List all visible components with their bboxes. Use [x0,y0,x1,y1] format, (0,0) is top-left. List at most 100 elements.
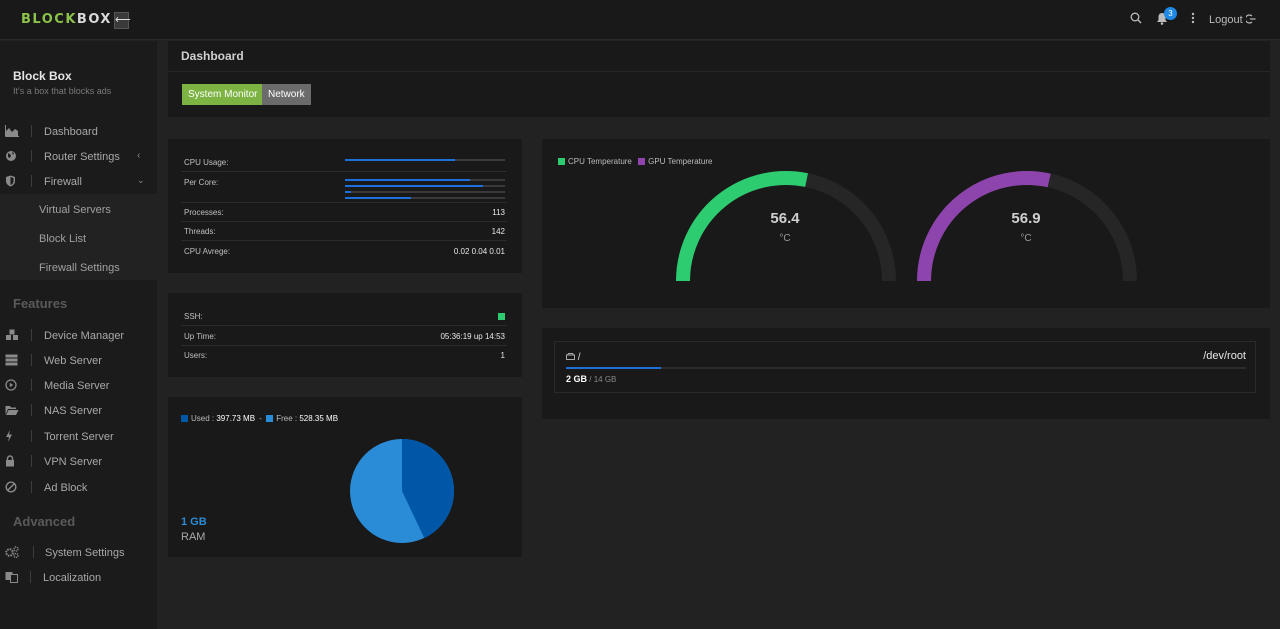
gauge-track [676,171,896,282]
divider [31,354,32,366]
users-label: Users: [184,351,208,360]
gpu-temp-unit: °C [1020,233,1032,244]
sidebar-item-label: NAS Server [44,405,103,417]
used-value: 397.73 MB [216,414,256,423]
sidebar-item-label: Web Server [44,355,102,367]
ssh-status-indicator [498,313,505,320]
ram-label: RAM [181,531,206,543]
dashboard-header-panel [168,41,1270,117]
free-swatch [266,415,274,422]
sidebar-item-localization[interactable]: Localization [0,565,157,590]
divider [30,571,31,583]
ram-pie-chart [350,439,455,543]
divider [31,379,32,391]
disk-path: / [577,352,581,363]
app-logo[interactable]: BLOCKBOX [21,12,112,27]
area-chart-icon [5,125,19,137]
sidebar-item-torrent-server[interactable]: Torrent Server [0,424,157,449]
sidebar-item-ad-block[interactable]: Ad Block [0,475,157,500]
ram-total: 1 GB [181,516,207,528]
cpu-temp-swatch [558,158,565,165]
divider [31,125,32,137]
language-icon [5,571,19,583]
processes-value: 113 [492,208,505,217]
search-icon[interactable] [1130,12,1142,27]
free-value: 528.35 MB [299,414,339,423]
sidebar-item-device-manager[interactable]: Device Manager [0,323,157,348]
sidebar-item-firewall[interactable]: Firewall ⌄ [0,169,157,194]
sidebar-item-media-server[interactable]: Media Server [0,373,157,398]
cpu-average-value: 0.02 0.04 0.01 [453,247,505,256]
firewall-submenu: Virtual Servers Block List Firewall Sett… [0,194,157,280]
gauge-track [917,171,1137,282]
cpu-usage-bar [345,159,505,161]
sidebar-subitem-block-list[interactable]: Block List [39,233,86,245]
sidebar-item-label: Firewall [44,176,82,188]
cubes-icon [5,329,19,341]
folder-open-icon [5,404,19,416]
cpu-usage-fill [345,159,456,161]
sidebar-item-vpn-server[interactable]: VPN Server [0,449,157,474]
lock-icon [5,455,19,467]
divider [31,329,32,341]
brand-title: Block Box [13,69,72,83]
disk-used: 2 GB [566,374,588,384]
ram-legend: Used : 397.73 MB - Free : 528.35 MB [181,414,338,423]
sidebar: Block Box It's a box that blocks ads Das… [0,41,157,629]
disk-total: / 14 GB [589,375,617,384]
sidebar-item-router-settings[interactable]: Router Settings ‹ [0,144,157,169]
sidebar-item-label: Torrent Server [44,431,114,443]
chevron-left-icon: ‹ [137,150,141,161]
cpu-gauge-arc [676,171,808,282]
uptime-label: Up Time: [184,332,217,341]
divider [168,71,1270,72]
sidebar-toggle-button[interactable]: ⟵ [114,12,131,29]
shield-icon [5,175,19,187]
server-icon [5,354,19,366]
sidebar-item-label: System Settings [45,547,125,559]
logout-icon [1244,14,1256,24]
sidebar-item-label: Router Settings [44,151,120,163]
disk-usage-fill [566,367,662,369]
sidebar-item-dashboard[interactable]: Dashboard [0,119,157,144]
more-vertical-icon[interactable] [1190,12,1196,27]
threads-label: Threads: [184,227,216,236]
divider [181,171,507,172]
gpu-temp-value: 56.9 [1011,210,1041,227]
advanced-heading: Advanced [13,514,76,529]
sidebar-subitem-firewall-settings[interactable]: Firewall Settings [39,262,120,274]
divider [181,325,507,326]
sidebar-item-system-settings[interactable]: System Settings [0,540,157,565]
free-label: Free : [276,414,298,423]
sidebar-item-web-server[interactable]: Web Server [0,348,157,373]
sidebar-item-label: Localization [43,572,102,584]
sidebar-item-label: Dashboard [44,126,98,138]
used-label: Used : [191,414,215,423]
globe-icon [5,150,19,162]
divider [181,345,507,346]
divider [31,150,32,162]
logout-label: Logout [1209,14,1243,26]
divider [181,202,507,203]
brand-subtitle: It's a box that blocks ads [13,86,112,96]
cpu-temp-unit: °C [779,233,791,244]
used-swatch [181,415,188,422]
divider [31,404,32,416]
gpu-temp-swatch [638,158,646,165]
core-bar-fill [345,191,352,193]
play-circle-icon [5,379,19,391]
tab-network[interactable]: Network [262,84,311,105]
features-heading: Features [13,296,68,311]
logout-link[interactable]: Logout [1209,14,1256,26]
sidebar-item-label: Ad Block [44,482,88,494]
core-bar [345,197,505,199]
core-bar [345,185,505,187]
core-bar-fill [345,179,470,181]
sidebar-subitem-virtual-servers[interactable]: Virtual Servers [39,204,111,216]
core-bar [345,179,505,181]
core-bar-fill [345,197,411,199]
per-core-label: Per Core: [184,178,219,187]
disk-usage-bar [566,367,1246,369]
sidebar-item-nas-server[interactable]: NAS Server [0,398,157,423]
tab-system-monitor[interactable]: System Monitor [182,84,264,105]
